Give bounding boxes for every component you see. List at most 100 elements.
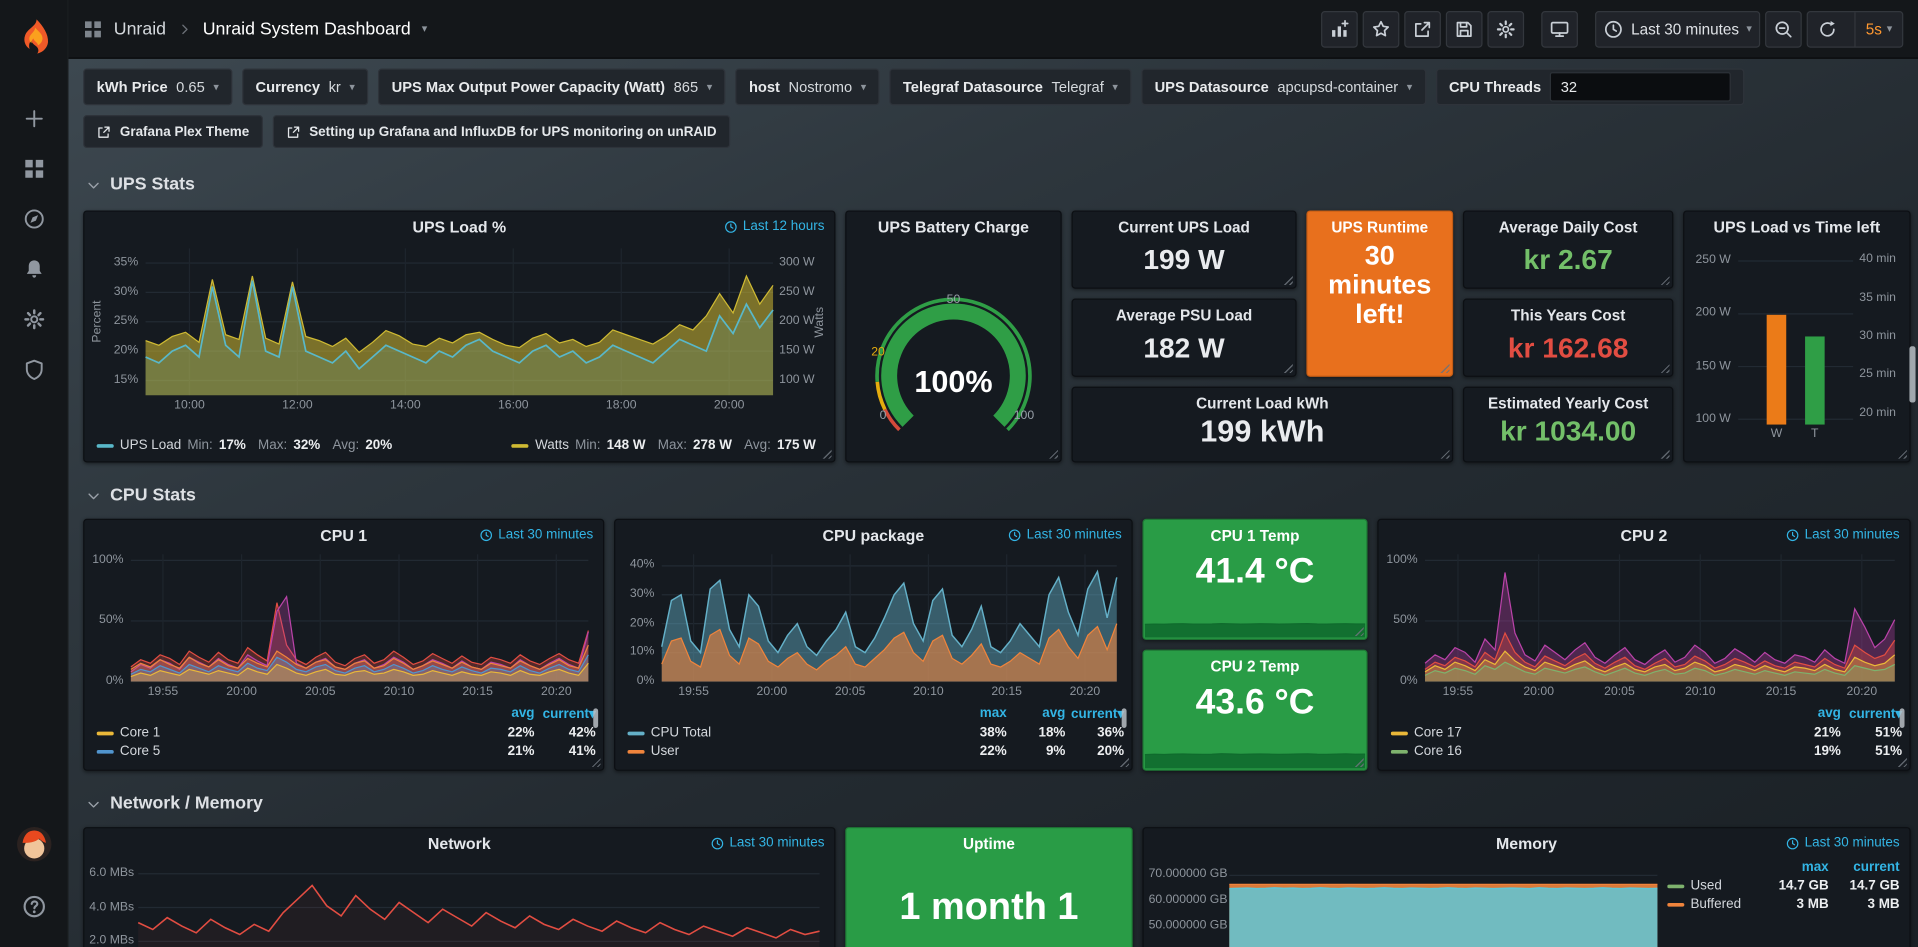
panel-title[interactable]: Average Daily Cost — [1464, 219, 1672, 236]
save-dashboard-button[interactable] — [1446, 10, 1483, 47]
panel-time-range[interactable]: Last 30 minutes — [1786, 828, 1899, 857]
variable-control[interactable]: Telegraf DatasourceTelegraf▾ — [889, 69, 1131, 106]
legend-column-header[interactable]: max — [1763, 860, 1829, 875]
legend-scrollbar[interactable] — [593, 708, 598, 728]
stat-value: 41.4 °C — [1144, 552, 1367, 592]
zoom-out-button[interactable] — [1765, 10, 1802, 47]
legend-item[interactable]: Buffered — [1667, 897, 1758, 912]
panel-title[interactable]: UPS Load vs Time left — [1714, 217, 1881, 235]
legend-column-header[interactable]: current▾ — [1070, 706, 1124, 722]
refresh-interval-dropdown[interactable]: 5s ▾ — [1855, 12, 1902, 46]
legend-item[interactable]: Core 17 — [1391, 726, 1780, 741]
variable-value[interactable]: 0.65 — [176, 78, 205, 95]
variable-input[interactable]: 32 — [1550, 72, 1731, 101]
variable-value[interactable]: apcupsd-container — [1277, 78, 1398, 95]
legend-item[interactable]: UPS LoadMin:17%Max:32%Avg:20% — [97, 438, 399, 453]
variable-control[interactable]: CPU Threads32 — [1435, 69, 1744, 106]
variable-control[interactable]: UPS Max Output Power Capacity (Watt)865▾ — [378, 69, 726, 106]
sidebar-alerting-button[interactable] — [9, 246, 58, 292]
panel-title[interactable]: CPU 1 — [320, 525, 367, 543]
legend-item[interactable]: Core 16 — [1391, 744, 1780, 759]
legend-column-header[interactable]: avg — [1012, 706, 1066, 722]
caret-down-icon[interactable]: ▾ — [422, 23, 428, 34]
variable-control[interactable]: kWh Price0.65▾ — [83, 69, 232, 106]
panel-time-range[interactable]: Last 30 minutes — [480, 520, 593, 549]
legend-column-header[interactable]: avg — [1785, 706, 1841, 722]
legend-scrollbar[interactable] — [1122, 708, 1127, 728]
link-label: Setting up Grafana and InfluxDB for UPS … — [309, 124, 716, 139]
panel-time-range[interactable]: Last 30 minutes — [1008, 520, 1121, 549]
panel-title[interactable]: This Years Cost — [1464, 307, 1672, 324]
panel-title[interactable]: UPS Load % — [412, 217, 506, 235]
cycle-view-mode-button[interactable] — [1542, 10, 1579, 47]
panel-title[interactable]: CPU 2 Temp — [1144, 658, 1367, 675]
variable-control[interactable]: UPS Datasourceapcupsd-container▾ — [1141, 69, 1426, 106]
panel-title[interactable]: CPU 2 — [1621, 525, 1668, 543]
y-axis-tick: 100% — [89, 553, 123, 568]
sidebar-configuration-button[interactable] — [9, 296, 58, 342]
panel-title[interactable]: UPS Runtime — [1308, 219, 1452, 236]
refresh-button[interactable] — [1808, 12, 1847, 46]
variable-value[interactable]: Telegraf — [1052, 78, 1104, 95]
legend-scrollbar[interactable] — [1900, 708, 1905, 728]
panel-title[interactable]: CPU 1 Temp — [1144, 527, 1367, 544]
breadcrumb-app[interactable]: Unraid — [114, 19, 166, 39]
share-dashboard-button[interactable] — [1405, 10, 1442, 47]
section-network-memory[interactable]: Network / Memory — [86, 794, 263, 814]
panel-title[interactable]: Current UPS Load — [1073, 219, 1296, 236]
legend-column-header[interactable]: current▾ — [1846, 706, 1902, 722]
sidebar-explore-button[interactable] — [9, 196, 58, 242]
panel-title[interactable]: Average PSU Load — [1073, 307, 1296, 324]
legend-item[interactable]: Core 5 — [97, 744, 474, 759]
legend-series-name[interactable]: Watts — [535, 438, 569, 453]
variable-control[interactable]: Currencykr▾ — [242, 69, 368, 106]
dashboard-title[interactable]: Unraid System Dashboard — [203, 19, 411, 39]
legend-stat-key: Avg: — [744, 438, 771, 453]
panel-title[interactable]: Estimated Yearly Cost — [1464, 395, 1672, 412]
legend-column-header[interactable]: max — [953, 706, 1007, 722]
variable-control[interactable]: hostNostromo▾ — [735, 69, 879, 106]
panel-time-range[interactable]: Last 30 minutes — [1786, 520, 1899, 549]
time-range-picker[interactable]: Last 30 minutes ▾ — [1596, 10, 1761, 47]
sidebar-create-button[interactable] — [9, 95, 58, 141]
panel-title[interactable]: Current Load kWh — [1073, 395, 1452, 412]
panel-title[interactable]: CPU package — [823, 525, 925, 543]
section-title: CPU Stats — [110, 486, 196, 506]
legend-item[interactable]: Core 1 — [97, 726, 474, 741]
legend-column-header[interactable]: current▾ — [539, 706, 595, 722]
legend-column-header[interactable]: avg — [478, 706, 534, 722]
page-scrollbar[interactable] — [1909, 346, 1915, 402]
legend-item[interactable]: CPU Total — [628, 726, 948, 741]
panel-title[interactable]: Uptime — [846, 836, 1131, 853]
variable-value[interactable]: Nostromo — [789, 78, 853, 95]
section-ups-stats[interactable]: UPS Stats — [86, 175, 195, 195]
panel-time-range[interactable]: Last 12 hours — [725, 212, 825, 241]
variable-value[interactable]: 865 — [674, 78, 699, 95]
sidebar-help-button[interactable] — [9, 883, 58, 929]
legend-item[interactable]: WattsMin:148 WMax:278 WAvg:175 W — [512, 438, 822, 453]
add-panel-button[interactable] — [1322, 10, 1359, 47]
x-axis-tick: 20:15 — [448, 685, 507, 698]
legend-column-header[interactable]: current — [1834, 860, 1900, 875]
bar-label: T — [1785, 427, 1844, 440]
legend-value: 21% — [478, 744, 534, 759]
grafana-logo[interactable] — [15, 11, 52, 59]
dashboard-link[interactable]: Grafana Plex Theme — [83, 115, 263, 148]
legend-series-name[interactable]: UPS Load — [120, 438, 181, 453]
dashboard-link[interactable]: Setting up Grafana and InfluxDB for UPS … — [273, 115, 731, 148]
sidebar-admin-button[interactable] — [9, 346, 58, 392]
sidebar-dashboards-button[interactable] — [9, 146, 58, 192]
star-dashboard-button[interactable] — [1363, 10, 1400, 47]
panel-time-range[interactable]: Last 30 minutes — [711, 828, 824, 857]
panel-title[interactable]: Network — [428, 834, 491, 852]
user-avatar[interactable] — [15, 826, 52, 869]
panel-title[interactable]: Memory — [1496, 834, 1557, 852]
section-cpu-stats[interactable]: CPU Stats — [86, 486, 196, 506]
dashboard-settings-button[interactable] — [1488, 10, 1525, 47]
legend-item[interactable]: Used — [1667, 878, 1758, 893]
chart-legend: avgcurrent▾Core 1721%51%Core 1619%51% — [1391, 706, 1902, 765]
variable-value[interactable]: kr — [329, 78, 341, 95]
gauge-tick-label: 0 — [880, 410, 887, 423]
legend-item[interactable]: User — [628, 744, 948, 759]
panel-title[interactable]: UPS Battery Charge — [878, 217, 1029, 235]
